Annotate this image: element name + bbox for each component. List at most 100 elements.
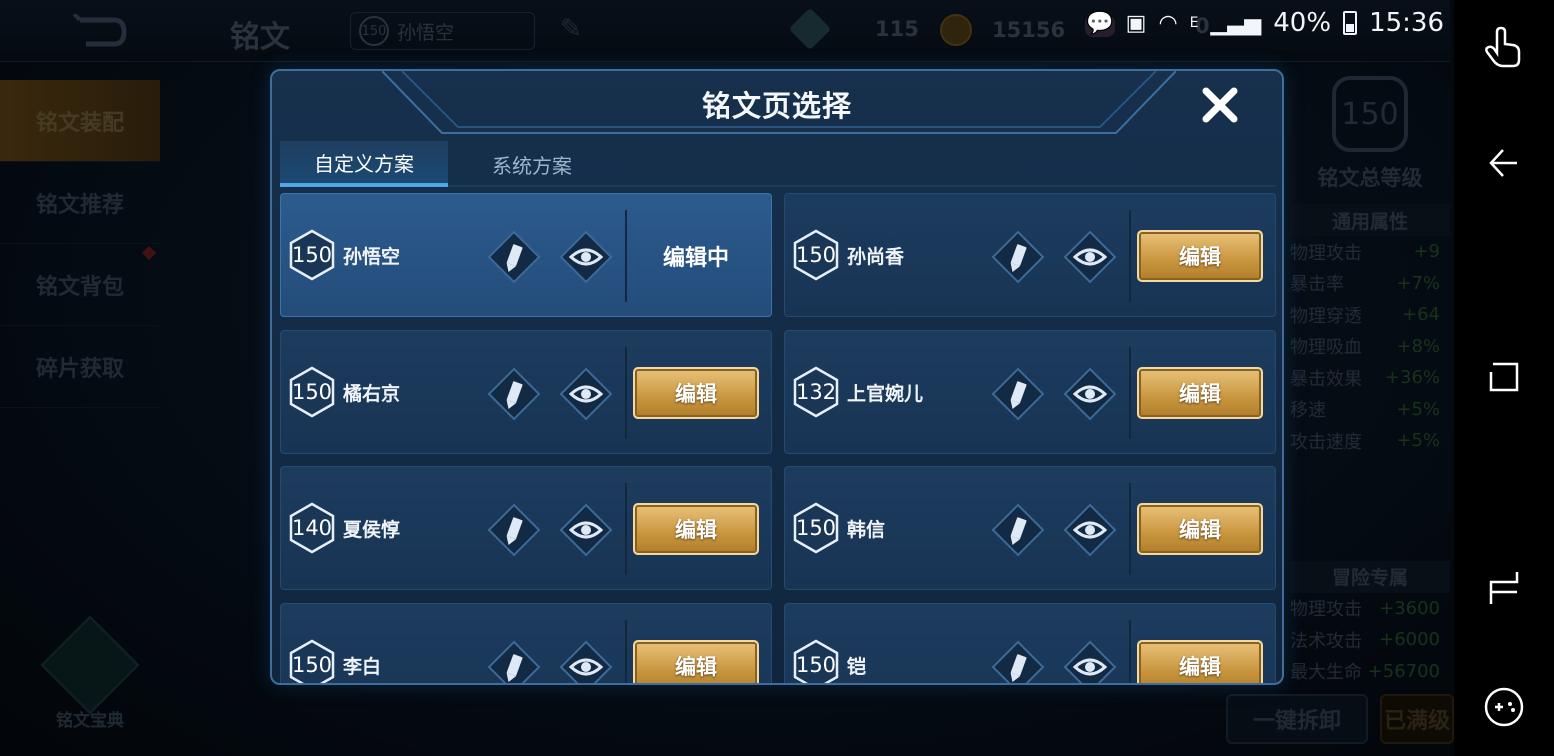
game-tools-button[interactable] [1454, 686, 1554, 728]
level-number: 150 [291, 380, 333, 404]
card-divider [625, 347, 627, 439]
rename-button[interactable] [487, 503, 541, 557]
level-badge: 132 [793, 366, 839, 418]
preview-button[interactable] [1063, 367, 1117, 421]
recents-nav-button[interactable] [1454, 566, 1554, 608]
rename-button[interactable] [487, 640, 541, 683]
preview-button[interactable] [1063, 503, 1117, 557]
rune-page-card[interactable]: 150 橘右京 编辑 [280, 330, 772, 454]
pencil-icon [487, 503, 541, 557]
preview-button[interactable] [1063, 230, 1117, 284]
card-divider [1129, 483, 1131, 575]
level-badge: 150 [793, 639, 839, 683]
edit-button[interactable]: 编辑 [633, 367, 759, 419]
signal-icon: ▁▃▅ [1210, 10, 1262, 36]
card-divider [1129, 620, 1131, 683]
pencil-icon [991, 503, 1045, 557]
level-number: 150 [795, 653, 837, 677]
pencil-icon [991, 367, 1045, 421]
eye-icon [1063, 367, 1117, 421]
hero-name: 孙尚香 [847, 246, 905, 268]
rename-button[interactable] [487, 367, 541, 421]
home-square-icon [1489, 362, 1519, 392]
hero-name: 孙悟空 [343, 246, 401, 268]
rune-page-card[interactable]: 150 李白 编辑 [280, 603, 772, 683]
dialog-tabs: 自定义方案 系统方案 [280, 141, 1276, 187]
rune-page-card[interactable]: 150 韩信 编辑 [784, 466, 1276, 590]
rune-page-card[interactable]: 150 铠 编辑 [784, 603, 1276, 683]
rename-button[interactable] [991, 503, 1045, 557]
level-badge: 140 [289, 502, 335, 554]
preview-button[interactable] [559, 230, 613, 284]
editing-status: 编辑中 [662, 246, 729, 271]
card-divider [625, 483, 627, 575]
level-number: 150 [795, 243, 837, 267]
preview-button[interactable] [559, 640, 613, 683]
preview-button[interactable] [1063, 640, 1117, 683]
hand-pointer-icon [1485, 26, 1521, 68]
card-divider [1129, 210, 1131, 302]
level-badge: 150 [289, 366, 335, 418]
gamepad-icon [1484, 687, 1524, 727]
home-nav-button[interactable] [1454, 356, 1554, 398]
level-badge: 150 [793, 229, 839, 281]
card-divider [625, 620, 627, 683]
edit-button[interactable]: 编辑 [1137, 503, 1263, 555]
edit-button[interactable]: 编辑 [633, 503, 759, 555]
eye-icon [559, 230, 613, 284]
rename-button[interactable] [487, 230, 541, 284]
rune-page-select-dialog: 铭文页选择 自定义方案 系统方案 150 孙悟空 编辑中 150 孙尚香 编辑 … [270, 69, 1284, 685]
edit-button[interactable]: 编辑 [1137, 230, 1263, 282]
clock: 15:36 [1369, 8, 1444, 38]
close-button[interactable] [1198, 83, 1242, 127]
status-bar: 💬 ▣ ◠ E ▁▃▅ 40% 15:36 [1086, 8, 1444, 38]
rune-page-card[interactable]: 132 上官婉儿 编辑 [784, 330, 1276, 454]
recents-icon [1489, 572, 1519, 604]
battery-icon [1343, 11, 1358, 35]
card-divider [1129, 347, 1131, 439]
close-icon [1202, 87, 1238, 123]
tab-custom-pages[interactable]: 自定义方案 [280, 141, 448, 187]
rename-button[interactable] [991, 230, 1045, 284]
tab-system-pages[interactable]: 系统方案 [448, 141, 616, 187]
hero-name: 橘右京 [343, 383, 401, 405]
dialog-header: 铭文页选择 [272, 71, 1282, 137]
network-type-icon: E [1189, 15, 1199, 31]
card-divider [625, 210, 627, 302]
battery-percent: 40% [1273, 8, 1332, 38]
rune-page-card[interactable]: 140 夏侯惇 编辑 [280, 466, 772, 590]
eye-icon [559, 367, 613, 421]
edit-button[interactable]: 编辑 [1137, 367, 1263, 419]
rune-page-card[interactable]: 150 孙尚香 编辑 [784, 193, 1276, 317]
back-icon [1489, 149, 1517, 177]
edit-button[interactable]: 编辑 [1137, 640, 1263, 683]
pencil-icon [991, 640, 1045, 683]
touch-assist-button[interactable] [1454, 26, 1554, 68]
hero-name: 韩信 [847, 519, 886, 541]
hero-name: 李白 [343, 656, 382, 678]
pencil-icon [487, 230, 541, 284]
screen: 铭文 150 孙悟空 ✎ 115 15156 0 铭文装配 铭文推荐 铭文背包 … [0, 0, 1554, 756]
dialog-title: 铭文页选择 [701, 89, 852, 123]
level-number: 132 [795, 380, 837, 404]
message-icon: 💬 [1086, 10, 1114, 36]
back-nav-button[interactable] [1454, 142, 1554, 184]
preview-button[interactable] [559, 503, 613, 557]
eye-icon [1063, 503, 1117, 557]
hero-name: 夏侯惇 [343, 519, 401, 541]
level-badge: 150 [289, 639, 335, 683]
eye-icon [559, 503, 613, 557]
hero-name: 上官婉儿 [847, 383, 924, 405]
rename-button[interactable] [991, 640, 1045, 683]
level-number: 150 [291, 653, 333, 677]
level-number: 150 [291, 243, 333, 267]
pencil-icon [487, 640, 541, 683]
preview-button[interactable] [559, 367, 613, 421]
level-badge: 150 [289, 229, 335, 281]
rename-button[interactable] [991, 367, 1045, 421]
battery-saver-icon: ▣ [1125, 10, 1147, 36]
level-badge: 150 [793, 502, 839, 554]
edit-button[interactable]: 编辑 [633, 640, 759, 683]
eye-icon [1063, 640, 1117, 683]
rune-page-card[interactable]: 150 孙悟空 编辑中 [280, 193, 772, 317]
